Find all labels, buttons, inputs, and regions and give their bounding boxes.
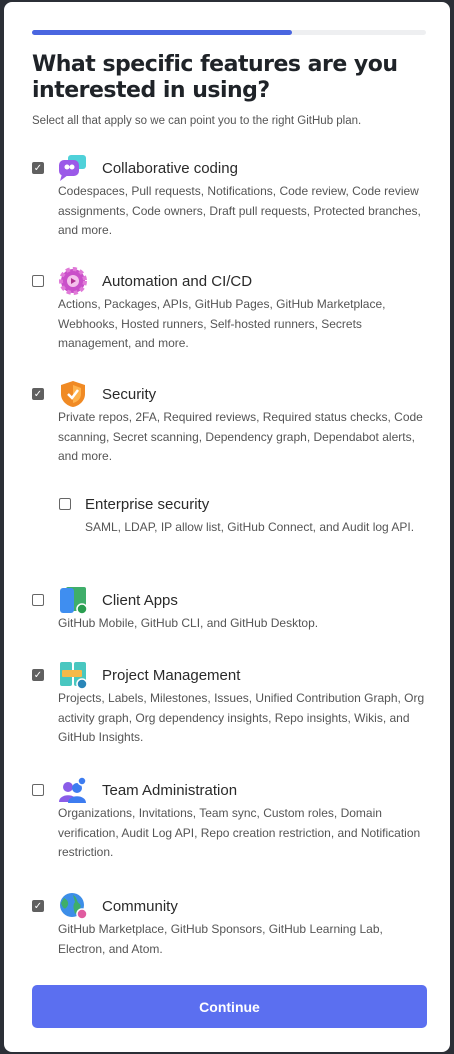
onboarding-card: What specific features are you intereste…	[4, 2, 450, 1052]
checkbox[interactable]: ✓	[32, 388, 44, 400]
project-board-icon	[58, 661, 88, 690]
progress-bar	[32, 30, 426, 35]
feature-automation: Automation and CI/CD Actions, Packages, …	[32, 267, 432, 354]
feature-description: Actions, Packages, APIs, GitHub Pages, G…	[58, 297, 386, 350]
feature-label: Community	[102, 897, 178, 915]
checkbox[interactable]	[59, 498, 71, 510]
feature-description: GitHub Mobile, GitHub CLI, and GitHub De…	[58, 616, 319, 630]
feature-label: Team Administration	[102, 781, 238, 799]
page-title: What specific features are you intereste…	[32, 52, 398, 103]
feature-label: Enterprise security	[85, 495, 210, 513]
feature-collaborative-coding: ✓ Collaborative coding Codespaces, Pull …	[32, 154, 432, 241]
feature-description: Organizations, Invitations, Team sync, C…	[58, 806, 421, 859]
feature-description: SAML, LDAP, IP allow list, GitHub Connec…	[85, 520, 415, 534]
page-subtitle: Select all that apply so we can point yo…	[32, 115, 362, 127]
feature-label: Automation and CI/CD	[102, 272, 253, 290]
checkbox[interactable]: ✓	[32, 900, 44, 912]
feature-description: Projects, Labels, Milestones, Issues, Un…	[58, 691, 425, 744]
feature-label: Collaborative coding	[102, 159, 238, 177]
globe-icon	[58, 892, 88, 920]
chat-bubbles-icon	[58, 154, 88, 182]
feature-team-administration: Team Administration Organizations, Invit…	[32, 776, 432, 863]
feature-description: Codespaces, Pull requests, Notifications…	[58, 184, 421, 237]
feature-label: Client Apps	[102, 591, 178, 609]
checkbox[interactable]	[32, 275, 44, 287]
feature-description: Private repos, 2FA, Required reviews, Re…	[58, 410, 423, 463]
team-icon	[58, 776, 88, 804]
checkbox[interactable]	[32, 784, 44, 796]
checkbox[interactable]: ✓	[32, 669, 44, 681]
feature-label: Project Management	[102, 666, 241, 684]
feature-security: ✓ Security Private repos, 2FA, Required …	[32, 380, 432, 467]
feature-client-apps: Client Apps GitHub Mobile, GitHub CLI, a…	[32, 586, 432, 634]
devices-icon	[58, 586, 88, 615]
feature-label: Security	[102, 385, 157, 403]
gear-icon	[58, 267, 88, 295]
feature-enterprise-security: Enterprise security SAML, LDAP, IP allow…	[59, 490, 429, 538]
checkbox[interactable]: ✓	[32, 162, 44, 174]
continue-button[interactable]: Continue	[32, 985, 427, 1028]
progress-fill	[32, 30, 293, 35]
feature-project-management: ✓ Project Management Projects, Labels, M…	[32, 661, 432, 748]
shield-icon	[58, 380, 88, 408]
feature-description: GitHub Marketplace, GitHub Sponsors, Git…	[58, 922, 383, 956]
feature-community: ✓ Community GitHub Marketplace, GitHub S…	[32, 892, 432, 959]
checkbox[interactable]	[32, 594, 44, 606]
